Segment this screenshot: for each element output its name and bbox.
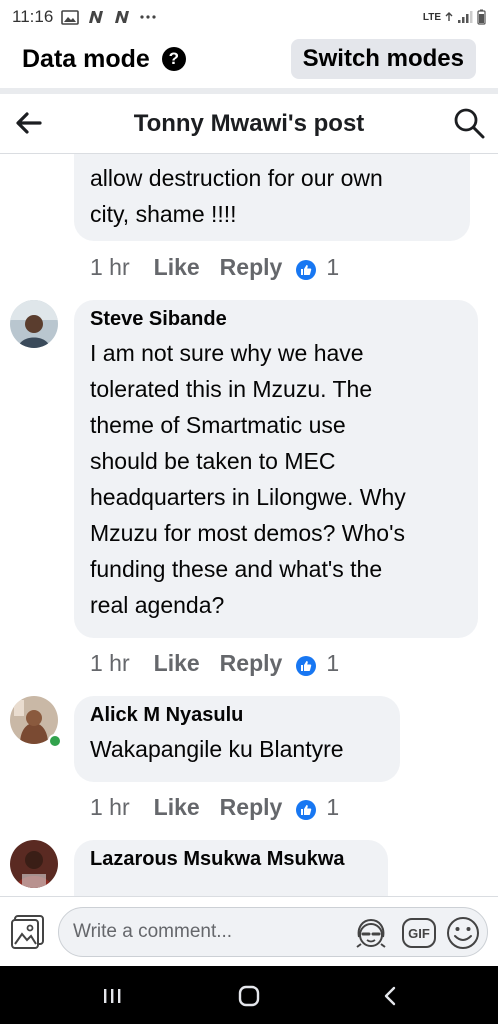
gif-icon[interactable]: GIF bbox=[401, 916, 437, 950]
wifi-icon bbox=[445, 12, 453, 22]
comment-author[interactable]: Steve Sibande bbox=[90, 308, 462, 331]
comment-placeholder: Write a comment... bbox=[73, 921, 233, 942]
comment-text: Wakapangile ku Blantyre bbox=[90, 736, 344, 762]
status-bar: 11:16 LTE bbox=[0, 0, 498, 34]
online-status-badge bbox=[48, 734, 62, 748]
reaction-count[interactable]: 1 bbox=[326, 650, 339, 677]
home-icon[interactable] bbox=[235, 984, 263, 1008]
emoji-icon[interactable] bbox=[445, 915, 481, 951]
post-header: Tonny Mwawi's post bbox=[0, 94, 498, 154]
signal-icon bbox=[457, 10, 473, 24]
switch-modes-button[interactable]: Switch modes bbox=[290, 39, 476, 79]
comment-author[interactable]: Lazarous Msukwa Msukwa bbox=[90, 848, 372, 871]
system-navigation-bar bbox=[0, 966, 498, 1024]
reply-button[interactable]: Reply bbox=[220, 794, 283, 821]
comment-bubble[interactable]: Alick M Nyasulu Wakapangile ku Blantyre bbox=[74, 696, 400, 782]
recent-apps-icon[interactable] bbox=[98, 984, 126, 1008]
like-button[interactable]: Like bbox=[154, 254, 200, 281]
comments-list: allow destruction for our own city, sham… bbox=[0, 154, 498, 896]
back-icon[interactable] bbox=[376, 984, 404, 1008]
comment-text: allow destruction for our own city, sham… bbox=[90, 165, 383, 227]
comment-bubble[interactable]: Lazarous Msukwa Msukwa bbox=[74, 840, 388, 896]
thumbs-up-icon bbox=[296, 259, 317, 280]
thumbs-up-icon bbox=[296, 655, 317, 676]
avatar[interactable] bbox=[10, 840, 58, 888]
comment-bubble[interactable]: allow destruction for our own city, sham… bbox=[74, 154, 470, 241]
comment-text: I am not sure why we have tolerated this… bbox=[90, 340, 406, 618]
like-button[interactable]: Like bbox=[154, 650, 200, 677]
data-mode-title: Data mode bbox=[22, 44, 150, 73]
n-icon bbox=[113, 10, 131, 24]
reaction-count[interactable]: 1 bbox=[326, 254, 339, 281]
comment-actions: 1 hr Like Reply 1 bbox=[90, 650, 339, 677]
avatar-sticker-icon[interactable] bbox=[353, 917, 389, 949]
comment-time[interactable]: 1 hr bbox=[90, 794, 130, 821]
help-icon[interactable]: ? bbox=[161, 47, 186, 71]
n-icon bbox=[87, 10, 105, 24]
battery-icon bbox=[477, 9, 486, 25]
comment-actions: 1 hr Like Reply 1 bbox=[90, 254, 339, 281]
comment-composer: Write a comment... GIF bbox=[0, 896, 498, 966]
reply-button[interactable]: Reply bbox=[220, 254, 283, 281]
comment-actions: 1 hr Like Reply 1 bbox=[90, 794, 339, 821]
gallery-icon bbox=[61, 9, 80, 25]
more-dots-icon bbox=[139, 14, 157, 20]
like-button[interactable]: Like bbox=[154, 794, 200, 821]
data-mode-bar: Data mode ? Switch modes bbox=[0, 34, 498, 84]
comment-time[interactable]: 1 hr bbox=[90, 650, 130, 677]
gif-label: GIF bbox=[408, 926, 430, 941]
status-time: 11:16 bbox=[12, 7, 54, 26]
comment-time[interactable]: 1 hr bbox=[90, 254, 130, 281]
search-icon[interactable] bbox=[452, 106, 486, 140]
avatar[interactable] bbox=[10, 300, 58, 348]
comment-author[interactable]: Alick M Nyasulu bbox=[90, 704, 384, 727]
reaction-count[interactable]: 1 bbox=[326, 794, 339, 821]
network-type: LTE bbox=[422, 11, 441, 23]
thumbs-up-icon bbox=[296, 799, 317, 820]
photo-icon[interactable] bbox=[10, 913, 48, 951]
comment-input[interactable]: Write a comment... GIF bbox=[58, 907, 488, 957]
comment-bubble[interactable]: Steve Sibande I am not sure why we have … bbox=[74, 300, 478, 638]
reply-button[interactable]: Reply bbox=[220, 650, 283, 677]
page-title: Tonny Mwawi's post bbox=[133, 110, 365, 137]
